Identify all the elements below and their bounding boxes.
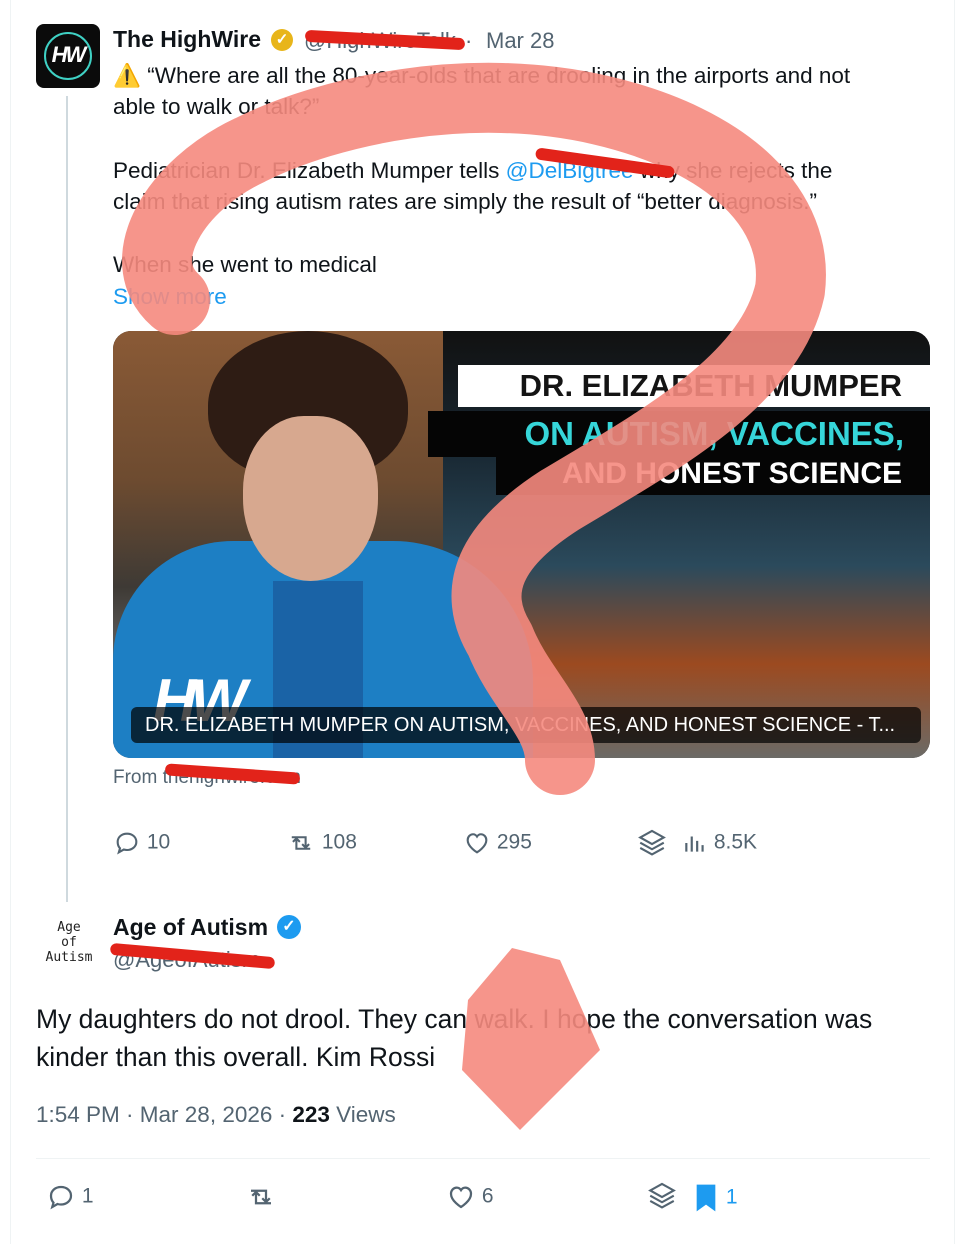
- reply-text-line2: kinder than this overall. Kim Rossi: [36, 1042, 436, 1072]
- verified-blue-icon: ✓: [277, 915, 301, 939]
- divider: [36, 1158, 930, 1159]
- tweet-text-paragraph2: Pediatrician Dr. Elizabeth Mumper tells …: [113, 158, 833, 183]
- age-of-autism-avatar[interactable]: Age of Autism: [36, 912, 102, 978]
- heart-icon: [466, 833, 488, 854]
- views-count-2: 223: [292, 1102, 330, 1127]
- card-title-line1: DR. ELIZABETH MUMPER: [458, 365, 930, 407]
- bookmark-count: 1: [725, 1185, 738, 1209]
- dot-separator: ·: [465, 28, 473, 53]
- like-count-2: 6: [481, 1184, 494, 1208]
- author-name[interactable]: The HighWire: [113, 26, 261, 53]
- reply-text-line1: My daughters do not drool. They can walk…: [36, 1004, 873, 1034]
- stack-button[interactable]: [636, 827, 668, 861]
- layers-icon: [638, 829, 666, 856]
- highwire-avatar[interactable]: HW: [36, 24, 100, 88]
- warning-icon: ⚠️: [113, 63, 142, 88]
- thread-connector-line: [66, 96, 68, 902]
- tweet-timestamp[interactable]: 1:54 PM · Mar 28, 2026 · 223 Views: [36, 1102, 396, 1128]
- tweet-text-paragraph2-line2: claim that rising autism rates are simpl…: [113, 189, 818, 214]
- like-count: 295: [496, 830, 532, 854]
- repost-button-2[interactable]: [244, 1182, 278, 1212]
- tweet-text-line2: able to walk or talk?”: [113, 94, 320, 119]
- like-button[interactable]: 295: [463, 829, 532, 857]
- verified-gold-icon: ✓: [271, 29, 293, 51]
- tweet-text-paragraph3: When she went to medical: [113, 252, 377, 277]
- bookmark-button[interactable]: 1: [692, 1182, 738, 1214]
- reply-button[interactable]: 10: [113, 829, 170, 857]
- card-image-person-face: [243, 416, 378, 581]
- frame-border-right: [954, 0, 955, 1244]
- frame-border-left: [10, 0, 11, 1244]
- author-name-2[interactable]: Age of Autism: [113, 914, 268, 941]
- reply-icon: [116, 832, 138, 855]
- repost-button[interactable]: 108: [286, 829, 357, 857]
- layers-icon: [648, 1182, 676, 1209]
- card-title-line3: AND HONEST SCIENCE: [496, 453, 930, 495]
- repost-count: 108: [321, 830, 357, 854]
- bookmark-icon: [696, 1184, 716, 1212]
- link-card[interactable]: HW DR. ELIZABETH MUMPER ON AUTISM, VACCI…: [113, 331, 930, 758]
- views-count: 8.5K: [713, 830, 758, 854]
- stack-button-2[interactable]: [646, 1180, 678, 1214]
- reply-icon: [49, 1185, 73, 1210]
- card-caption: DR. ELIZABETH MUMPER ON AUTISM, VACCINES…: [131, 707, 921, 743]
- card-title-line2: ON AUTISM, VACCINES,: [428, 411, 930, 457]
- views-button[interactable]: 8.5K: [682, 829, 757, 857]
- reply-button-2[interactable]: 1: [46, 1182, 94, 1212]
- tweet-date[interactable]: Mar 28: [486, 28, 554, 54]
- repost-icon: [251, 1189, 271, 1205]
- analytics-icon: [685, 836, 704, 852]
- highwire-logo: HW: [51, 42, 87, 67]
- like-button-2[interactable]: 6: [446, 1182, 494, 1212]
- reply-count-2: 1: [81, 1184, 94, 1208]
- tweet-text-line1: ⚠️ “Where are all the 80-year-olds that …: [113, 63, 851, 88]
- repost-icon: [291, 836, 311, 850]
- show-more-link[interactable]: Show more: [113, 281, 227, 312]
- heart-icon: [449, 1186, 473, 1209]
- reply-count: 10: [146, 830, 171, 854]
